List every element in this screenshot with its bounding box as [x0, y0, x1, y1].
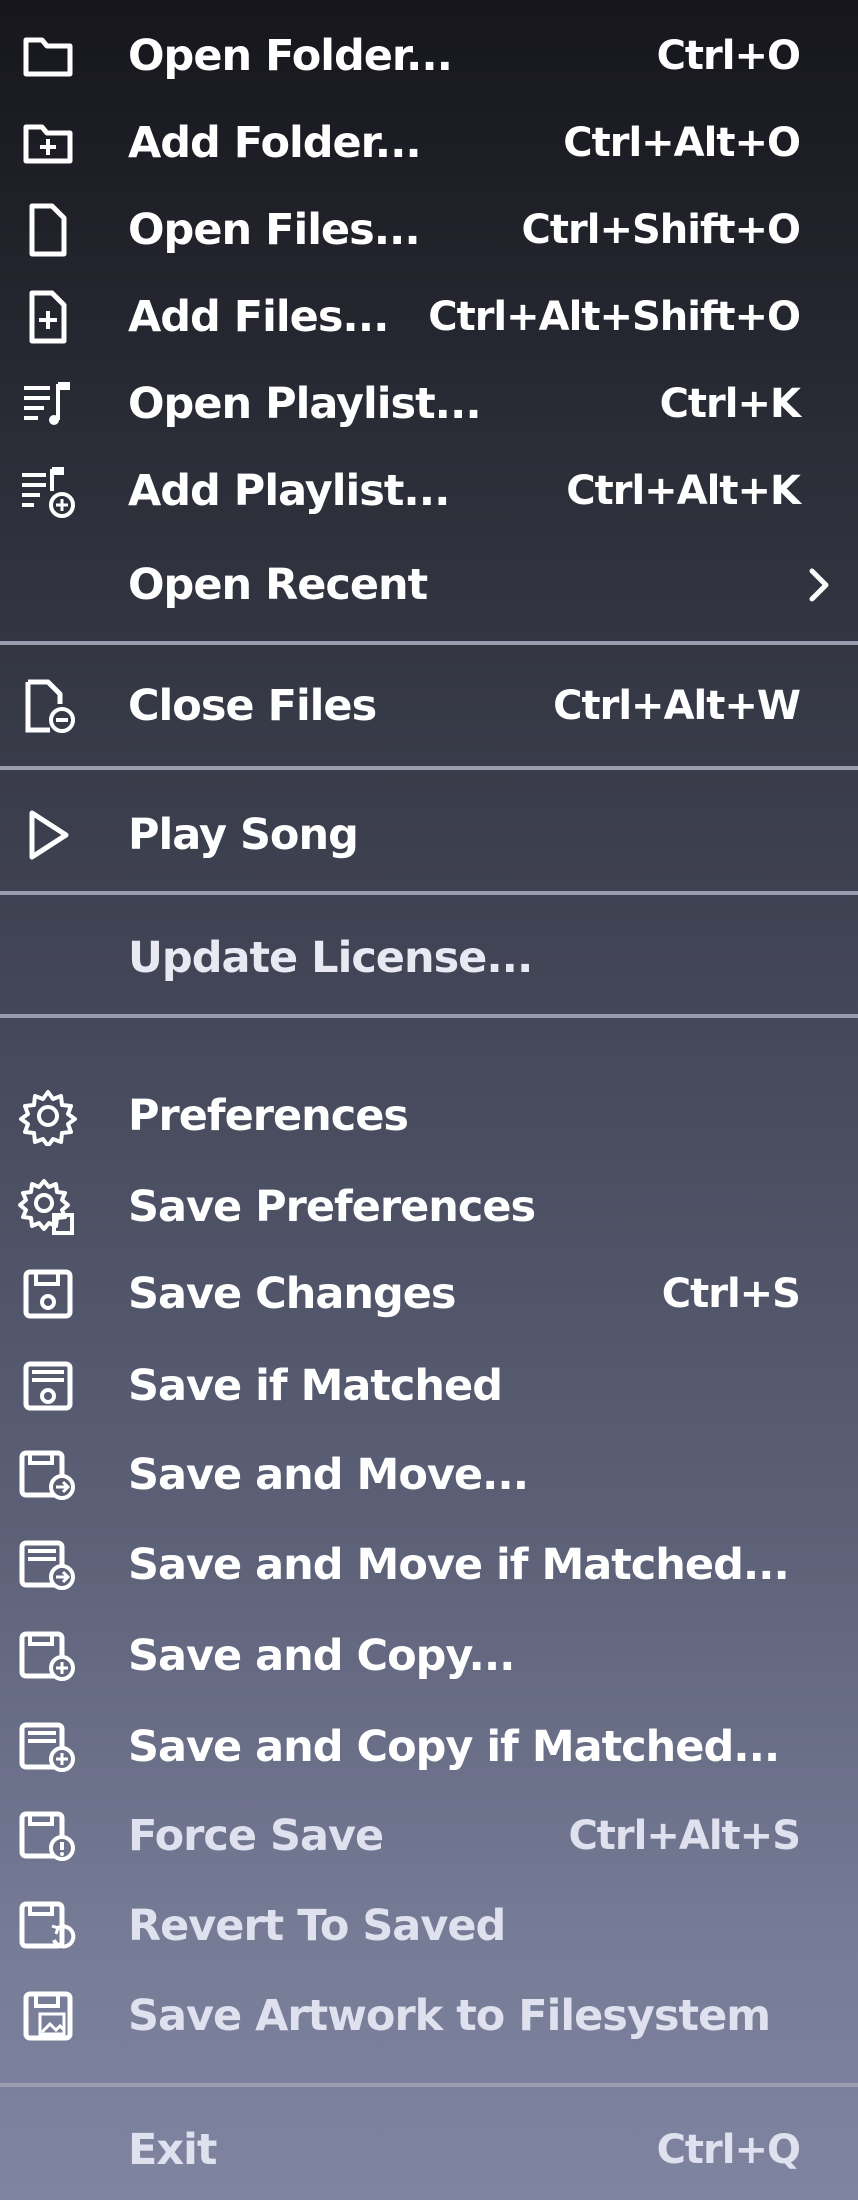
menu-item-open-playlist[interactable]: Open Playlist... Ctrl+K — [0, 364, 858, 444]
menu-item-label: Save and Copy if Matched... — [128, 1722, 780, 1772]
force-save-icon — [18, 1806, 78, 1866]
menu-separator — [0, 766, 858, 770]
menu-item-shortcut: Ctrl+Alt+O — [563, 120, 801, 166]
menu-item-open-recent[interactable]: Open Recent — [0, 545, 858, 625]
menu-item-save-changes[interactable]: Save Changes Ctrl+S — [0, 1254, 858, 1334]
save-move-matched-icon — [18, 1535, 78, 1595]
save-copy-matched-icon — [18, 1717, 78, 1777]
folder-icon — [18, 26, 78, 86]
gear-save-icon — [18, 1177, 78, 1237]
menu-item-label: Exit — [128, 2125, 217, 2175]
menu-item-label: Play Song — [128, 810, 359, 860]
file-icon — [18, 200, 78, 260]
folder-add-icon — [18, 113, 78, 173]
menu-item-shortcut: Ctrl+O — [656, 33, 801, 79]
menu-item-save-if-matched[interactable]: Save if Matched — [0, 1346, 858, 1426]
menu-item-save-and-move-if-matched[interactable]: Save and Move if Matched... — [0, 1525, 858, 1605]
menu-item-shortcut: Ctrl+Q — [656, 2127, 801, 2173]
menu-item-preferences[interactable]: Preferences — [0, 1076, 858, 1156]
save-move-icon — [18, 1445, 78, 1505]
menu-item-label: Add Folder... — [128, 118, 422, 168]
gear-icon — [18, 1086, 78, 1146]
menu-item-open-folder[interactable]: Open Folder... Ctrl+O — [0, 16, 858, 96]
menu-item-label: Save if Matched — [128, 1361, 503, 1411]
menu-item-label: Open Playlist... — [128, 379, 482, 429]
play-icon — [18, 805, 78, 865]
menu-item-shortcut: Ctrl+Alt+K — [566, 468, 801, 514]
menu-item-revert-to-saved[interactable]: Revert To Saved — [0, 1886, 858, 1966]
menu-item-label: Preferences — [128, 1091, 409, 1141]
menu-separator — [0, 891, 858, 895]
menu-item-save-and-copy[interactable]: Save and Copy... — [0, 1616, 858, 1696]
menu-separator — [0, 2083, 858, 2087]
menu-item-label: Close Files — [128, 681, 377, 731]
playlist-add-icon — [18, 461, 78, 521]
save-icon — [18, 1264, 78, 1324]
revert-icon — [18, 1896, 78, 1956]
menu-item-label: Open Recent — [128, 560, 428, 610]
menu-item-label: Save Artwork to Filesystem — [128, 1991, 771, 2041]
menu-item-label: Save Preferences — [128, 1182, 536, 1232]
menu-item-label: Save and Move... — [128, 1450, 529, 1500]
menu-item-shortcut: Ctrl+Alt+S — [568, 1813, 801, 1859]
menu-item-add-playlist[interactable]: Add Playlist... Ctrl+Alt+K — [0, 451, 858, 531]
menu-item-label: Add Files... — [128, 292, 389, 342]
menu-item-label: Open Files... — [128, 205, 421, 255]
menu-item-save-and-copy-if-matched[interactable]: Save and Copy if Matched... — [0, 1707, 858, 1787]
save-matched-icon — [18, 1356, 78, 1416]
menu-item-label: Add Playlist... — [128, 466, 450, 516]
menu-item-save-artwork[interactable]: Save Artwork to Filesystem — [0, 1976, 858, 2056]
menu-item-close-files[interactable]: Close Files Ctrl+Alt+W — [0, 666, 858, 746]
playlist-icon — [18, 374, 78, 434]
menu-item-label: Force Save — [128, 1811, 384, 1861]
save-copy-icon — [18, 1626, 78, 1686]
menu-item-play-song[interactable]: Play Song — [0, 795, 858, 875]
menu-item-shortcut: Ctrl+K — [659, 381, 801, 427]
menu-item-shortcut: Ctrl+Alt+Shift+O — [428, 294, 801, 340]
file-menu: Open Folder... Ctrl+O Add Folder... Ctrl… — [0, 0, 858, 2200]
menu-item-force-save[interactable]: Force Save Ctrl+Alt+S — [0, 1796, 858, 1876]
menu-separator — [0, 641, 858, 645]
menu-item-label: Revert To Saved — [128, 1901, 506, 1951]
menu-item-exit[interactable]: Exit Ctrl+Q — [0, 2110, 858, 2190]
save-artwork-icon — [18, 1986, 78, 2046]
menu-item-label: Save and Move if Matched... — [128, 1540, 790, 1590]
menu-item-label: Save Changes — [128, 1269, 456, 1319]
menu-item-save-and-move[interactable]: Save and Move... — [0, 1435, 858, 1515]
menu-item-save-preferences[interactable]: Save Preferences — [0, 1167, 858, 1247]
menu-item-update-license[interactable]: Update License... — [0, 918, 858, 998]
menu-item-add-files[interactable]: Add Files... Ctrl+Alt+Shift+O — [0, 277, 858, 357]
menu-item-label: Update License... — [128, 933, 533, 983]
menu-item-label: Save and Copy... — [128, 1631, 515, 1681]
menu-item-shortcut: Ctrl+S — [661, 1271, 801, 1317]
menu-separator — [0, 1014, 858, 1018]
file-add-icon — [18, 287, 78, 347]
menu-item-shortcut: Ctrl+Shift+O — [521, 207, 801, 253]
menu-item-label: Open Folder... — [128, 31, 453, 81]
file-close-icon — [18, 676, 78, 736]
menu-item-add-folder[interactable]: Add Folder... Ctrl+Alt+O — [0, 103, 858, 183]
chevron-right-icon — [804, 565, 834, 605]
menu-item-open-files[interactable]: Open Files... Ctrl+Shift+O — [0, 190, 858, 270]
menu-item-shortcut: Ctrl+Alt+W — [553, 683, 801, 729]
